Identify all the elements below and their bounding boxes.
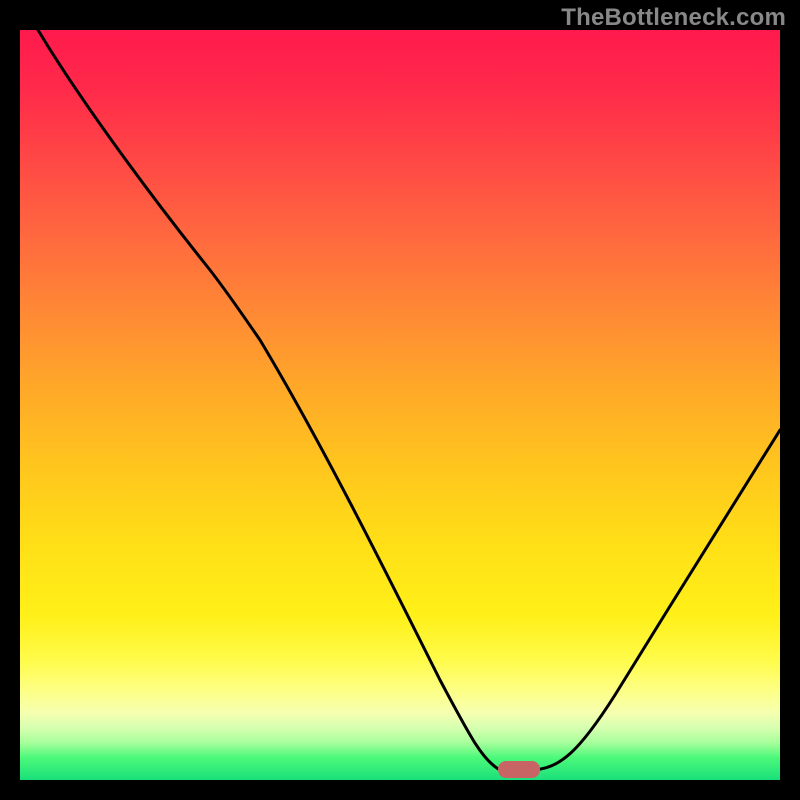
bottleneck-curve xyxy=(38,30,780,770)
watermark-text: TheBottleneck.com xyxy=(561,4,786,32)
curve-layer xyxy=(20,30,780,780)
chart-frame: TheBottleneck.com xyxy=(0,0,800,800)
plot-area xyxy=(20,30,780,780)
optimal-marker xyxy=(498,761,540,778)
